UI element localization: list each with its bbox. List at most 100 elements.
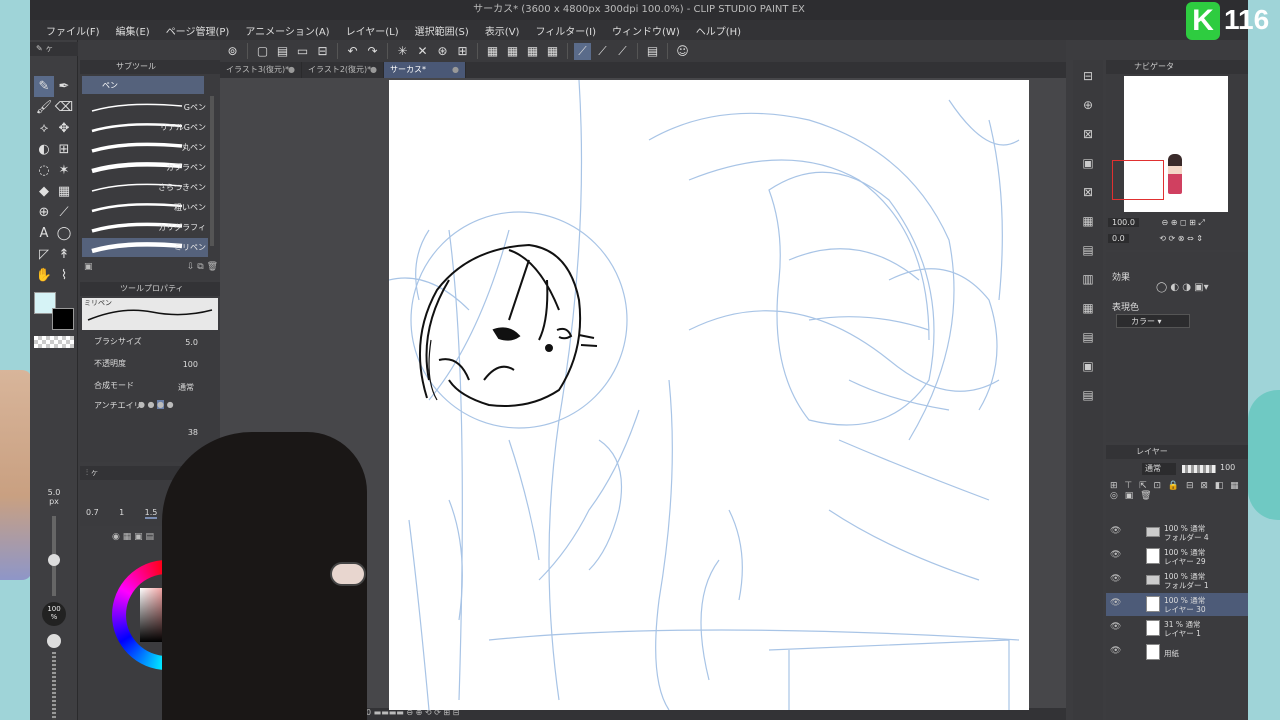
tool-button-icon[interactable]: ⌫	[54, 97, 74, 118]
layer-row[interactable]: 👁 100 % 通常 レイヤー 29	[1106, 545, 1248, 568]
tool-button-icon[interactable]: ⟡	[34, 118, 54, 139]
panel-toggle-icon[interactable]: ▥	[1078, 269, 1098, 289]
layer-row[interactable]: 👁 31 % 通常 レイヤー 1	[1106, 617, 1248, 640]
navigator-zoom-controls[interactable]: ⊖ ⊕ ◻ ⊞ ⤢	[1161, 218, 1204, 227]
command-button-icon[interactable]: ⊟	[314, 43, 331, 60]
panel-toggle-icon[interactable]: ⊠	[1078, 182, 1098, 202]
tool-button-icon[interactable]: ◸	[34, 244, 54, 265]
panel-toggle-icon[interactable]: ⊟	[1078, 66, 1098, 86]
command-button-icon[interactable]: ⊛	[434, 43, 451, 60]
brush-size-preset[interactable]: 1.5	[144, 508, 158, 519]
opacity-field[interactable]: 100	[183, 360, 198, 369]
tool-button-icon[interactable]: ✋	[34, 265, 54, 286]
panel-toggle-icon[interactable]: ▤	[1078, 327, 1098, 347]
tool-button-icon[interactable]: ◌	[34, 160, 54, 181]
subtool-group-tab[interactable]: ペン	[82, 76, 204, 94]
display-color-select[interactable]: カラー ▾	[1116, 314, 1190, 328]
menu-item[interactable]: ページ管理(P)	[158, 23, 238, 38]
command-button-icon[interactable]: ▢	[254, 43, 271, 60]
panel-toggle-icon[interactable]: ▤	[1078, 240, 1098, 260]
command-button-icon[interactable]: ⊞	[454, 43, 471, 60]
layer-row[interactable]: 👁 用紙	[1106, 641, 1248, 664]
tool-button-icon[interactable]: ✒	[54, 76, 74, 97]
visibility-eye-icon[interactable]: 👁	[1110, 622, 1121, 632]
opacity-slider[interactable]	[52, 652, 56, 720]
navigator-rotate-controls[interactable]: ⟲ ⟳ ⊗ ⇔ ⇕	[1159, 234, 1203, 243]
layer-opacity-value[interactable]: 100	[1220, 463, 1235, 472]
brush-size-preset[interactable]: 0.7	[86, 508, 99, 519]
close-tab-icon[interactable]: ●	[452, 62, 459, 78]
sub-color-swatch[interactable]	[52, 308, 74, 330]
opacity-row[interactable]: 不透明度 100	[94, 358, 214, 374]
tool-button-icon[interactable]: ↟	[54, 244, 74, 265]
menu-item[interactable]: 編集(E)	[108, 23, 158, 38]
visibility-eye-icon[interactable]: 👁	[1110, 598, 1121, 608]
brush-size-row[interactable]: ブラシサイズ 5.0	[94, 336, 214, 352]
tool-button-icon[interactable]: ⌇	[54, 265, 74, 286]
brush-size-slider-handle[interactable]	[48, 554, 60, 566]
brush-size-field[interactable]: 5.0	[185, 338, 198, 347]
brush-item[interactable]: カブラペン	[82, 158, 208, 177]
panel-toggle-icon[interactable]: ▣	[1078, 153, 1098, 173]
menu-item[interactable]: ファイル(F)	[38, 23, 108, 38]
panel-toggle-icon[interactable]: ▣	[1078, 356, 1098, 376]
panel-toggle-icon[interactable]: ⊠	[1078, 124, 1098, 144]
antialias-row[interactable]: アンチエイリ ● ● ● ●	[94, 400, 214, 416]
panel-toggle-icon[interactable]: ⊕	[1078, 95, 1098, 115]
command-button-icon[interactable]: ▤	[644, 43, 661, 60]
command-button-icon[interactable]: ⟋	[594, 43, 611, 60]
tool-button-icon[interactable]: 🖌	[34, 97, 54, 118]
command-button-icon[interactable]: ▭	[294, 43, 311, 60]
tool-button-icon[interactable]: ⊞	[54, 139, 74, 160]
navigator-view-rect[interactable]	[1112, 160, 1164, 200]
tool-button-icon[interactable]: ⊕	[34, 202, 54, 223]
effect-buttons[interactable]: ◯ ◐ ◑ ▣▾	[1156, 282, 1209, 293]
panel-toggle-icon[interactable]: ▦	[1078, 298, 1098, 318]
subtool-scrollbar[interactable]	[210, 96, 214, 246]
command-button-icon[interactable]: ▦	[484, 43, 501, 60]
menu-item[interactable]: フィルター(I)	[527, 23, 604, 38]
menu-item[interactable]: 選択範囲(S)	[407, 23, 477, 38]
brush-item[interactable]: リアルGペン	[82, 118, 208, 137]
menu-item[interactable]: ヘルプ(H)	[688, 23, 749, 38]
transparent-color-swatch[interactable]	[34, 336, 74, 348]
tool-button-icon[interactable]: ✶	[54, 160, 74, 181]
command-button-icon[interactable]: ▤	[274, 43, 291, 60]
tool-button-icon[interactable]: ◆	[34, 181, 54, 202]
visibility-eye-icon[interactable]: 👁	[1110, 550, 1121, 560]
close-tab-icon[interactable]: ●	[370, 62, 377, 78]
menu-item[interactable]: 表示(V)	[477, 23, 528, 38]
brush-size-preset[interactable]: 1	[119, 508, 124, 519]
tool-button-icon[interactable]: ✎	[34, 76, 54, 97]
document-tab[interactable]: イラスト2(復元)* ●	[302, 62, 384, 78]
navigator-preview[interactable]	[1112, 76, 1228, 212]
command-button-icon[interactable]: ✳	[394, 43, 411, 60]
tool-button-icon[interactable]: A	[34, 223, 54, 244]
close-tab-icon[interactable]: ●	[288, 62, 295, 78]
layer-blend-select[interactable]: 通常	[1142, 463, 1176, 475]
command-button-icon[interactable]: ☺	[674, 43, 691, 60]
brush-item[interactable]: さらつきペン	[82, 178, 208, 197]
command-button-icon[interactable]: ⊚	[224, 43, 241, 60]
command-button-icon[interactable]: ▦	[544, 43, 561, 60]
tool-button-icon[interactable]: ▦	[54, 181, 74, 202]
visibility-eye-icon[interactable]: 👁	[1110, 526, 1121, 536]
brush-item[interactable]: 粗いペン	[82, 198, 208, 217]
brush-item[interactable]: ミリペン	[82, 238, 208, 257]
command-button-icon[interactable]: ↷	[364, 43, 381, 60]
visibility-eye-icon[interactable]: 👁	[1110, 646, 1121, 656]
command-button-icon[interactable]: ⟋	[574, 42, 591, 60]
layer-row[interactable]: 👁 100 % 通常 フォルダー 1	[1106, 569, 1248, 592]
menu-item[interactable]: ウィンドウ(W)	[604, 23, 688, 38]
blend-mode-row[interactable]: 合成モード 通常	[94, 380, 214, 396]
menu-item[interactable]: レイヤー(L)	[338, 23, 407, 38]
antialias-options[interactable]: ● ● ● ●	[138, 400, 174, 409]
visibility-eye-icon[interactable]: 👁	[1110, 574, 1121, 584]
command-button-icon[interactable]: ⟋	[614, 43, 631, 60]
navigator-zoom-field[interactable]: 100.0	[1108, 218, 1139, 227]
document-tab[interactable]: イラスト3(復元)* ●	[220, 62, 302, 78]
opacity-slider-handle[interactable]	[47, 634, 61, 648]
command-button-icon[interactable]: ▦	[504, 43, 521, 60]
drawing-canvas[interactable]	[389, 80, 1029, 710]
layer-opacity-slider[interactable]	[1182, 465, 1216, 473]
